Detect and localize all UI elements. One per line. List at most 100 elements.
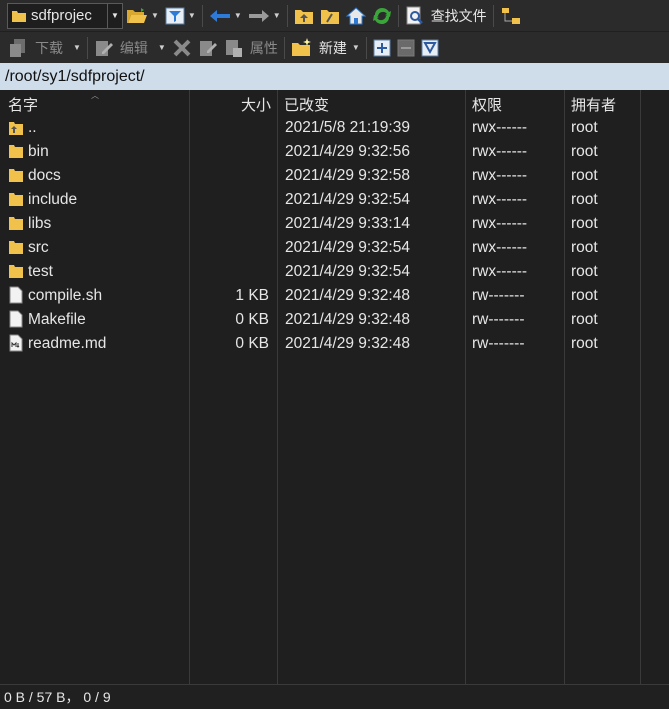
toolbar-navigation: sdfprojec ▼ ▼ ▼ ▼ ▼ 查找文件 [0,0,669,31]
filter-button[interactable]: ▼ [162,3,199,29]
file-owner: root [571,335,598,352]
file-row[interactable]: .. 2021/5/8 21:19:39 rwx------ root [0,116,669,140]
toolbar-separator [283,36,285,59]
delete-button[interactable] [169,35,195,61]
home-directory-button[interactable] [343,3,369,29]
list-header: ︿ 名字 大小 已改变 权限 拥有者 [0,90,669,116]
status-text: 0 B / 57 B， 0 / 9 [4,689,111,705]
edit-dropdown-icon[interactable]: ▼ [158,43,166,52]
file-name: bin [28,143,49,160]
download-button[interactable]: 下载 ▼ [5,35,84,61]
filter-icon [421,39,439,57]
file-rights: rw------- [472,311,525,328]
home-icon [345,6,366,25]
folder-icon [11,8,27,24]
file-owner: root [571,215,598,232]
select-files-button[interactable] [370,35,394,61]
open-folder-dropdown-icon[interactable]: ▼ [151,11,159,20]
file-name: libs [28,215,52,232]
find-files-button[interactable]: 查找文件 [402,3,490,29]
toolbar-separator [365,36,367,59]
file-changed: 2021/4/29 9:32:48 [285,287,410,304]
find-files-icon [405,6,425,26]
file-rights: rwx------ [472,143,528,160]
filter-dropdown-icon[interactable]: ▼ [188,11,196,20]
toolbar-actions: 下载 ▼ 编辑 ▼ 属性 新建 ▼ [0,32,669,63]
file-owner: root [571,167,598,184]
open-folder-icon [126,7,148,25]
file-rights: rwx------ [472,191,528,208]
location-combo-text: sdfprojec [31,7,92,24]
download-label: 下载 [35,39,63,56]
file-row[interactable]: include 2021/4/29 9:32:54 rwx------ root [0,188,669,212]
file-changed: 2021/4/29 9:32:56 [285,143,410,160]
toolbar-separator [286,4,288,27]
file-name: docs [28,167,61,184]
delete-icon [172,38,192,58]
file-row[interactable]: readme.md 0 KB 2021/4/29 9:32:48 rw------- r… [0,332,669,356]
file-owner: root [571,311,598,328]
folder-icon [8,166,24,184]
new-dropdown-icon[interactable]: ▼ [352,43,360,52]
toolbar-separator [201,4,203,27]
file-row[interactable]: src 2021/4/29 9:32:54 rwx------ root [0,236,669,260]
edit-button[interactable]: 编辑 ▼ [91,35,169,61]
file-row[interactable]: test 2021/4/29 9:32:54 rwx------ root [0,260,669,284]
file-row[interactable]: compile.sh 1 KB 2021/4/29 9:32:48 rw-------… [0,284,669,308]
column-header-rights[interactable]: 权限 [472,94,502,115]
arrow-right-icon [248,9,270,23]
tree-view-icon [500,6,522,26]
find-files-label: 查找文件 [430,7,487,24]
folder-icon [8,142,24,160]
file-changed: 2021/4/29 9:32:54 [285,191,410,208]
file-row[interactable]: bin 2021/4/29 9:32:56 rwx------ root [0,140,669,164]
forward-button[interactable]: ▼ [245,3,284,29]
file-size: 1 KB [235,287,269,304]
properties-icon [224,38,244,58]
back-dropdown-icon[interactable]: ▼ [234,11,242,20]
toolbar-separator [397,4,399,27]
file-size: 0 KB [235,335,269,352]
file-owner: root [571,143,598,160]
file-row[interactable]: libs 2021/4/29 9:33:14 rwx------ root [0,212,669,236]
file-rights: rwx------ [472,239,528,256]
download-dropdown-icon[interactable]: ▼ [73,43,81,52]
filter-select-button[interactable] [418,35,442,61]
tree-view-button[interactable] [497,3,525,29]
properties-button[interactable]: 属性 [221,35,281,61]
location-combo[interactable]: sdfprojec ▼ [7,2,123,29]
column-header-name[interactable]: 名字 [8,94,38,115]
file-owner: root [571,191,598,208]
folder-icon [8,190,24,208]
root-directory-icon [320,7,340,25]
folder-icon [8,238,24,256]
parent-directory-button[interactable] [291,3,317,29]
forward-dropdown-icon[interactable]: ▼ [273,11,281,20]
column-header-owner[interactable]: 拥有者 [571,94,616,115]
file-owner: root [571,287,598,304]
file-row[interactable]: Makefile 0 KB 2021/4/29 9:32:48 rw------- ro… [0,308,669,332]
rename-button[interactable] [195,35,221,61]
file-name: include [28,191,78,208]
file-changed: 2021/4/29 9:32:54 [285,239,410,256]
file-changed: 2021/4/29 9:32:48 [285,311,410,328]
back-button[interactable]: ▼ [206,3,245,29]
rename-icon [198,38,218,58]
column-header-size[interactable]: 大小 [241,94,271,115]
root-directory-button[interactable] [317,3,343,29]
download-icon [8,38,30,58]
file-owner: root [571,239,598,256]
unselect-files-button[interactable] [394,35,418,61]
refresh-button[interactable] [369,3,395,29]
file-changed: 2021/5/8 21:19:39 [285,119,410,136]
column-header-changed[interactable]: 已改变 [284,94,329,115]
chevron-down-icon[interactable]: ▼ [107,3,122,28]
arrow-left-icon [209,9,231,23]
toolbar-separator [492,4,494,27]
path-bar[interactable]: /root/sy1/sdfproject/ [0,63,669,90]
open-folder-button[interactable]: ▼ [123,3,162,29]
file-list[interactable]: ︿ 名字 大小 已改变 权限 拥有者 .. 2021/5/8 21:19:39 rw… [0,90,669,684]
new-button[interactable]: 新建 ▼ [288,35,363,61]
parent-folder-icon [8,118,24,136]
file-row[interactable]: docs 2021/4/29 9:32:58 rwx------ root [0,164,669,188]
